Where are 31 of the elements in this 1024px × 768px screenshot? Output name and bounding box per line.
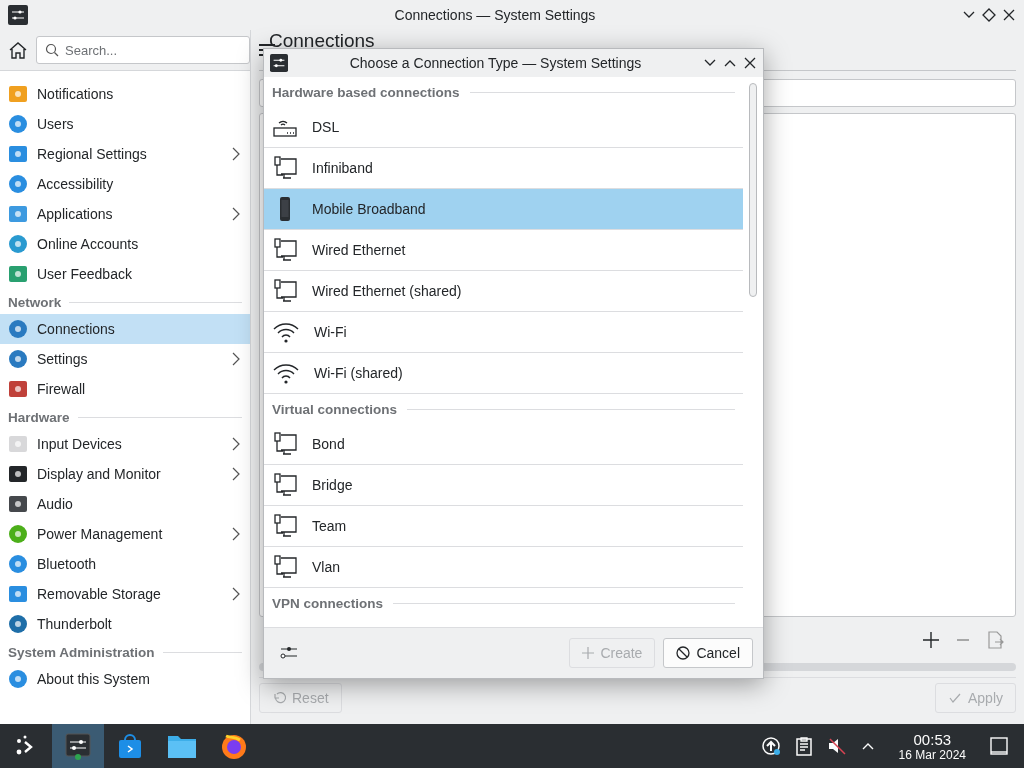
sidebar-item[interactable]: Applications xyxy=(0,199,250,229)
sidebar-item[interactable]: Firewall xyxy=(0,374,250,404)
sidebar-item[interactable]: Bluetooth xyxy=(0,549,250,579)
section-heading: Hardware based connections xyxy=(272,84,460,100)
dialog-title: Choose a Connection Type — System Settings xyxy=(348,55,643,71)
sidebar-item[interactable]: Audio xyxy=(0,489,250,519)
sidebar-item[interactable]: Regional Settings xyxy=(0,139,250,169)
page-title: Connections xyxy=(269,31,375,51)
sidebar-item[interactable]: Accessibility xyxy=(0,169,250,199)
sidebar-item[interactable]: User Feedback xyxy=(0,259,250,289)
sidebar-item[interactable]: Connections xyxy=(0,314,250,344)
sidebar-item[interactable]: Display and Monitor xyxy=(0,459,250,489)
sidebar-item[interactable]: Notifications xyxy=(0,79,250,109)
sidebar-item[interactable]: Online Accounts xyxy=(0,229,250,259)
clock[interactable]: 00:53 16 Mar 2024 xyxy=(898,730,966,762)
sidebar-item[interactable]: Users xyxy=(0,109,250,139)
search-field[interactable]: Search... xyxy=(36,36,250,64)
section-heading: Network xyxy=(8,295,62,310)
connection-type-item[interactable]: Mobile Broadband xyxy=(264,189,743,230)
cancel-button[interactable]: Cancel xyxy=(663,638,753,668)
window-title: Connections — System Settings xyxy=(393,7,597,23)
sidebar-item[interactable]: Power Management xyxy=(0,519,250,549)
sidebar-item[interactable]: Settings xyxy=(0,344,250,374)
sidebar-item[interactable]: About this System xyxy=(0,664,250,694)
sidebar-item[interactable]: Thunderbolt xyxy=(0,609,250,639)
section-heading: Hardware xyxy=(8,410,70,425)
sidebar-item[interactable]: Input Devices xyxy=(0,429,250,459)
sidebar-item[interactable]: Removable Storage xyxy=(0,579,250,609)
section-heading: System Administration xyxy=(8,645,155,660)
section-heading: VPN connections xyxy=(272,595,384,611)
section-heading: Virtual connections xyxy=(272,401,398,417)
